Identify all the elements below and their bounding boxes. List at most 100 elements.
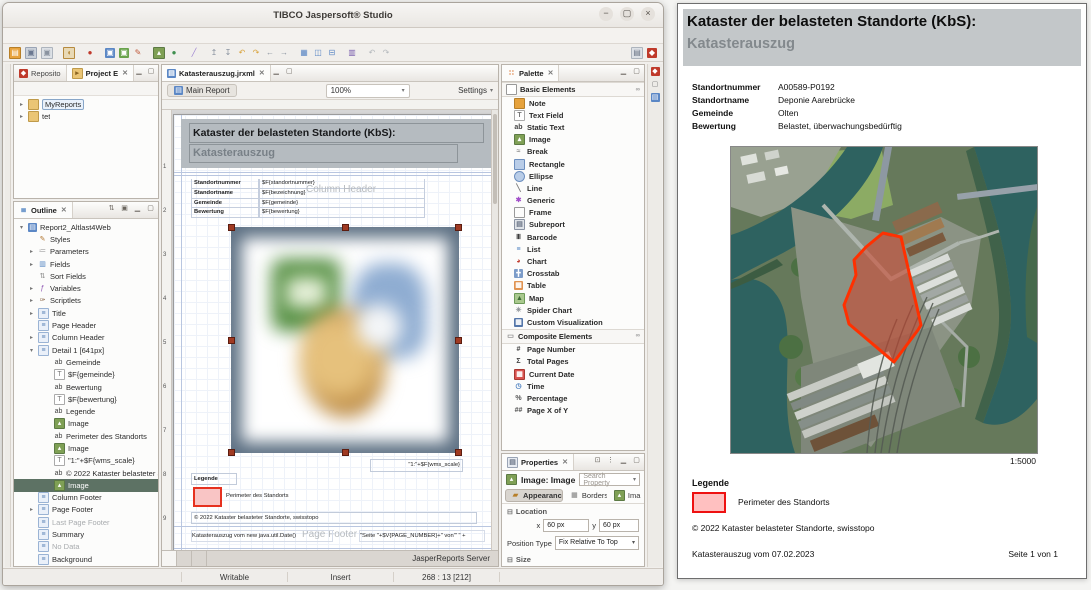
minimize-panel-icon[interactable]: ▁: [132, 205, 143, 214]
outline-tree-item[interactable]: ▴ Image: [14, 479, 158, 491]
settings-button[interactable]: Settings ▾: [458, 86, 493, 95]
legend-label-text[interactable]: Perimeter des Standorts: [226, 491, 326, 501]
menu-item[interactable]: [9, 35, 19, 37]
undo-icon[interactable]: ↶: [237, 48, 247, 58]
minimize-panel-icon[interactable]: ▁: [618, 457, 629, 466]
position-type-select[interactable]: Fix Relative To Top ▾: [555, 536, 639, 550]
outline-tree-item[interactable]: ▸ ≔ Parameters: [14, 246, 158, 258]
outline-tree-item[interactable]: ▸ ≡ Column Header: [14, 332, 158, 344]
palette-item[interactable]: Note: [502, 97, 644, 109]
palette-item[interactable]: ab Static Text: [502, 121, 644, 133]
parameter-icon[interactable]: ▣: [105, 48, 115, 58]
collapse-icon[interactable]: ⊟: [507, 556, 513, 564]
palette-item[interactable]: ▦ Current Date: [502, 368, 644, 380]
outline-tree-item[interactable]: ab Perimeter des Standorts: [14, 430, 158, 442]
location-section-header[interactable]: ⊟ Location: [502, 504, 644, 517]
sync-back-icon[interactable]: ↶: [367, 48, 377, 58]
image-tool-icon[interactable]: ▴: [153, 47, 165, 59]
lock-icon[interactable]: ◖: [63, 47, 75, 59]
properties-tab[interactable]: ▦ Borders: [565, 489, 607, 502]
main-report-button[interactable]: ▤ Main Report: [167, 84, 237, 97]
palette-item[interactable]: ▤ Subreport: [502, 219, 644, 231]
minimize-panel-icon[interactable]: ▁: [134, 68, 144, 77]
expand-arrow-icon[interactable]: ▸: [28, 297, 35, 304]
outline-tree-item[interactable]: ⇅ Sort Fields: [14, 270, 158, 282]
palette-item[interactable]: ≡ List: [502, 243, 644, 255]
outline-tree-item[interactable]: ≡ Last Page Footer: [14, 516, 158, 528]
palette-item[interactable]: ▲ Map: [502, 292, 644, 304]
menu-item[interactable]: [81, 35, 91, 37]
resize-handle[interactable]: [228, 449, 235, 456]
editor-mode-tab[interactable]: [177, 551, 192, 566]
outline-tree-item[interactable]: ≡ Background: [14, 553, 158, 565]
jaspersoft-logo-icon[interactable]: ◆: [651, 67, 660, 76]
edit-icon[interactable]: ✎: [133, 48, 143, 58]
design-field-row[interactable]: Bewertung $F{bewertung}: [191, 208, 425, 218]
palette-item[interactable]: # Page Number: [502, 344, 644, 356]
close-tab-icon[interactable]: ✕: [122, 69, 128, 77]
sync-forward-icon[interactable]: ↷: [381, 48, 391, 58]
collapsed-panel-strip[interactable]: [5, 64, 11, 567]
external-tools-icon[interactable]: ▤: [631, 47, 643, 59]
outline-tree-item[interactable]: ▴ Image: [14, 418, 158, 430]
editor-mode-tab[interactable]: [162, 551, 177, 566]
close-tab-icon[interactable]: ✕: [259, 69, 265, 77]
tab-properties[interactable]: ▤ Properties ✕: [502, 454, 574, 470]
design-title-text[interactable]: Kataster der belasteten Standorte (KbS):: [189, 123, 484, 143]
tab-palette[interactable]: ∷ Palette ✕: [502, 65, 559, 81]
design-field-row[interactable]: Gemeinde $F{gemeinde}: [191, 199, 425, 209]
size-section-header[interactable]: ⊟ Size: [502, 552, 644, 565]
split-editor-icon[interactable]: ⊟: [327, 48, 337, 58]
project-tree-item[interactable]: ▸ tet: [14, 110, 158, 122]
palette-item[interactable]: Σ Total Pages: [502, 356, 644, 368]
maximize-panel-icon[interactable]: ▢: [284, 68, 295, 77]
palette-item[interactable]: % Percentage: [502, 392, 644, 404]
project-tree-item[interactable]: ▸ MyReports: [14, 98, 158, 110]
expand-arrow-icon[interactable]: ▸: [18, 113, 25, 120]
compare-icon[interactable]: ▥: [347, 48, 357, 58]
upload-icon[interactable]: ↥: [209, 48, 219, 58]
maximize-panel-icon[interactable]: ▢: [631, 457, 642, 466]
palette-item[interactable]: ▴ Image: [502, 134, 644, 146]
collapse-icon[interactable]: ⊟: [507, 508, 513, 516]
minimize-panel-icon[interactable]: ▁: [618, 68, 629, 77]
outline-tree-item[interactable]: T $F{gemeinde}: [14, 369, 158, 381]
expand-arrow-icon[interactable]: ▸: [18, 101, 25, 108]
zoom-level-select[interactable]: 100% ▾: [326, 84, 410, 98]
save-icon[interactable]: ▣: [25, 47, 37, 59]
outline-tree-item[interactable]: ≡ Summary: [14, 528, 158, 540]
expand-arrow-icon[interactable]: ▸: [28, 334, 35, 341]
outline-tree-item[interactable]: ≡ Page Header: [14, 319, 158, 331]
properties-tab[interactable]: ▰ Appearance: [505, 489, 563, 502]
search-property-input[interactable]: Search Property ▾: [579, 473, 640, 486]
outline-tree-item[interactable]: ▴ Image: [14, 442, 158, 454]
outline-tree-item[interactable]: ▸ ✑ Scriptlets: [14, 295, 158, 307]
sort-toggle-icon[interactable]: ⇅: [106, 205, 117, 214]
outline-tree-item[interactable]: ≡ Column Footer: [14, 492, 158, 504]
tab-project-explorer[interactable]: ▸ Project E ✕: [67, 65, 134, 81]
breakpoint-icon[interactable]: ●: [85, 48, 95, 58]
legend-title-text[interactable]: Legende: [191, 473, 237, 485]
expand-arrow-icon[interactable]: ▸: [28, 261, 35, 268]
expand-arrow-icon[interactable]: ▸: [28, 506, 35, 513]
design-subtitle-text[interactable]: Katasterauszug: [189, 144, 458, 163]
redo-icon[interactable]: ↷: [251, 48, 261, 58]
tile-view-icon[interactable]: ◫: [313, 48, 323, 58]
expand-arrow-icon[interactable]: ▸: [28, 285, 35, 292]
resize-handle[interactable]: [228, 337, 235, 344]
outline-tree-item[interactable]: ▾ ≡ Detail 1 [641px]: [14, 344, 158, 356]
palette-item[interactable]: ≈ Break: [502, 146, 644, 158]
outline-tree-item[interactable]: ▸ ≡ Page Footer: [14, 504, 158, 516]
style-icon[interactable]: ▣: [119, 48, 129, 58]
outline-tree-item[interactable]: ≡ No Data: [14, 541, 158, 553]
resize-handle[interactable]: [455, 449, 462, 456]
palette-item[interactable]: ╲ Line: [502, 182, 644, 194]
menu-item[interactable]: [69, 35, 79, 37]
scale-textfield[interactable]: "1:"+$F{wms_scale}: [370, 459, 463, 472]
palette-item[interactable]: ## Page X of Y: [502, 405, 644, 417]
tab-repository-explorer[interactable]: ◆ Reposito: [14, 65, 67, 81]
outline-tree-item[interactable]: ▸ ≡ Title: [14, 307, 158, 319]
tab-outline[interactable]: ≣ Outline ✕: [14, 202, 73, 218]
maximize-panel-icon[interactable]: ▢: [631, 68, 642, 77]
perspective-icon[interactable]: ▦: [299, 48, 309, 58]
